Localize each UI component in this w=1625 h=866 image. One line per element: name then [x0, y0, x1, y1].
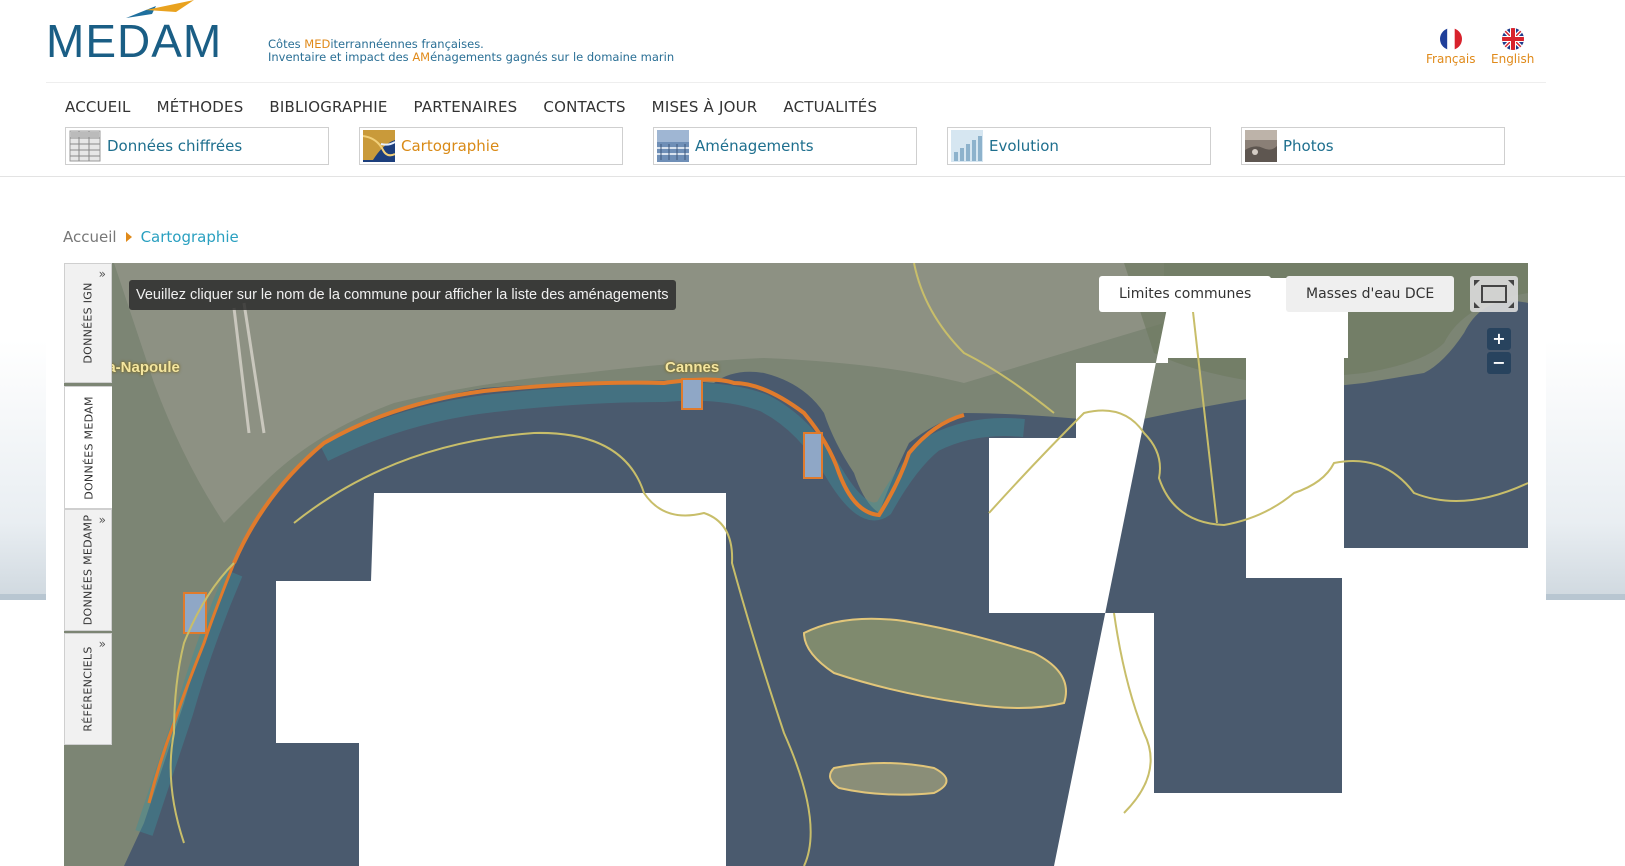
port-croisette: [803, 432, 823, 479]
fullscreen-button[interactable]: [1470, 276, 1518, 312]
fullscreen-icon: [1474, 280, 1514, 308]
tab-referenciels[interactable]: » RÉFÉRENCIELS: [64, 633, 112, 745]
expand-icon: »: [98, 513, 106, 527]
tab-donnees-ign[interactable]: » DONNÉES IGN: [64, 263, 112, 383]
layer-limites-communes-button[interactable]: Limites communes: [1099, 276, 1272, 312]
flag-fr-icon: [1439, 28, 1462, 50]
nav-actualites[interactable]: ACTUALITÉS: [783, 98, 877, 116]
zoom-controls: + −: [1487, 328, 1511, 376]
breadcrumb-home[interactable]: Accueil: [63, 228, 117, 246]
evolution-chart-thumbnail-icon: [951, 130, 983, 162]
section-photos[interactable]: Photos: [1241, 127, 1505, 165]
nav-accueil[interactable]: ACCUEIL: [65, 98, 131, 116]
data-table-thumbnail-icon: [69, 130, 101, 162]
section-amenagements-label: Aménagements: [695, 137, 814, 155]
map-canvas[interactable]: [64, 263, 1528, 866]
nav-partenaires[interactable]: PARTENAIRES: [414, 98, 518, 116]
port-west: [183, 592, 207, 634]
section-evolution[interactable]: Evolution: [947, 127, 1211, 165]
tab-referenciels-label: RÉFÉRENCIELS: [81, 646, 95, 732]
expand-icon: »: [98, 267, 106, 281]
breadcrumb-current: Cartographie: [140, 228, 239, 246]
section-cartographie[interactable]: Cartographie: [359, 127, 623, 165]
tab-donnees-medamp-label: DONNÉES MEDAMP: [81, 514, 95, 626]
section-cartographie-label: Cartographie: [401, 137, 500, 155]
nav-mises-a-jour[interactable]: MISES À JOUR: [652, 98, 758, 116]
nav-bibliographie[interactable]: BIBLIOGRAPHIE: [269, 98, 387, 116]
nav-methodes[interactable]: MÉTHODES: [157, 98, 244, 116]
map-viewer[interactable]: elieu-la-Napoule Cannes » DONNÉES IGN DO…: [64, 263, 1528, 866]
photos-thumbnail-icon: [1245, 130, 1277, 162]
section-evolution-label: Evolution: [989, 137, 1059, 155]
zoom-in-button[interactable]: +: [1487, 328, 1511, 350]
section-photos-label: Photos: [1283, 137, 1334, 155]
tab-donnees-medamp[interactable]: » DONNÉES MEDAMP: [64, 509, 112, 631]
place-label-cannes[interactable]: Cannes: [665, 359, 719, 376]
breadcrumb-separator-icon: [125, 232, 132, 242]
tab-donnees-medam-label: DONNÉES MEDAM: [82, 395, 95, 500]
harbor-thumbnail-icon: [657, 130, 689, 162]
tab-donnees-medam[interactable]: DONNÉES MEDAM: [64, 386, 112, 509]
language-english[interactable]: English: [1491, 28, 1534, 66]
site-logo[interactable]: MEDAM: [46, 18, 222, 64]
section-navigation: Données chiffrées Cartographie Aménageme…: [65, 127, 1505, 165]
nav-contacts[interactable]: CONTACTS: [543, 98, 625, 116]
header-divider: [46, 82, 1546, 83]
section-donnees-chiffrees-label: Données chiffrées: [107, 137, 243, 155]
expand-icon: »: [98, 637, 106, 651]
page-container: MEDAM Côtes MEDiterrannéennes françaises…: [0, 0, 1625, 866]
subnav-divider: [0, 176, 1625, 177]
section-amenagements[interactable]: Aménagements: [653, 127, 917, 165]
site-tagline: Côtes MEDiterrannéennes françaises. Inve…: [268, 37, 675, 64]
main-navigation: ACCUEIL MÉTHODES BIBLIOGRAPHIE PARTENAIR…: [65, 98, 877, 116]
map-side-tabs: » DONNÉES IGN DONNÉES MEDAM » DONNÉES ME…: [64, 263, 112, 866]
breadcrumb: Accueil Cartographie: [63, 228, 239, 246]
tab-donnees-ign-label: DONNÉES IGN: [81, 282, 95, 364]
layer-masses-eau-button[interactable]: Masses d'eau DCE: [1286, 276, 1455, 312]
map-info-message: Veuillez cliquer sur le nom de la commun…: [129, 280, 676, 310]
zoom-out-button[interactable]: −: [1487, 352, 1511, 374]
flag-uk-icon: [1501, 28, 1524, 50]
language-french[interactable]: Français: [1426, 28, 1475, 66]
language-french-label: Français: [1426, 52, 1476, 66]
language-english-label: English: [1491, 52, 1535, 66]
port-cannes: [681, 378, 703, 410]
map-thumbnail-icon: [363, 130, 395, 162]
section-donnees-chiffrees[interactable]: Données chiffrées: [65, 127, 329, 165]
island-saint-honorat: [829, 762, 948, 796]
no-data-tile-topright: [1246, 278, 1344, 578]
